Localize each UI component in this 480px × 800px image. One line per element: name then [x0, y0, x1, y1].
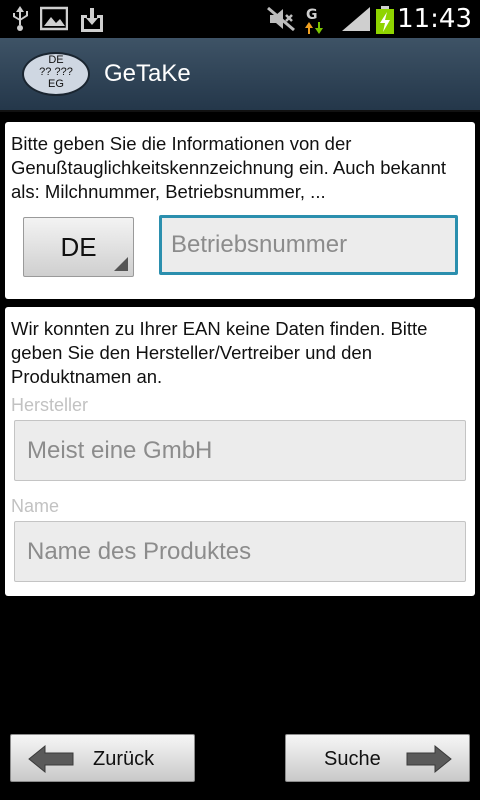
usb-icon	[13, 6, 28, 31]
app-logo[interactable]: DE ?? ??? EG	[22, 52, 90, 96]
action-bar: DE ?? ??? EG GeTaKe	[0, 38, 480, 112]
operation-number-input[interactable]: Betriebsnummer	[159, 215, 458, 275]
dropdown-corner-icon	[114, 257, 128, 271]
manufacturer-placeholder: Meist eine GmbH	[27, 436, 213, 464]
status-bar: G 11:43	[0, 0, 480, 38]
name-label: Name	[11, 496, 60, 516]
manufacturer-input[interactable]: Meist eine GmbH	[14, 420, 466, 481]
identification-card: Bitte geben Sie die Informationen von de…	[5, 122, 475, 299]
download-icon	[81, 8, 103, 32]
logo-line-top: DE	[48, 54, 64, 66]
manufacturer-label: Hersteller	[11, 395, 89, 415]
country-select-value: DE	[60, 231, 97, 262]
operation-number-placeholder: Betriebsnummer	[171, 231, 348, 258]
logo-line-middle: ?? ???	[39, 66, 73, 78]
app-title: GeTaKe	[104, 60, 191, 87]
country-select-button[interactable]: DE	[23, 217, 134, 277]
search-button-label: Suche	[324, 748, 381, 770]
back-button[interactable]: Zurück	[10, 734, 195, 782]
product-name-placeholder: Name des Produktes	[27, 537, 252, 565]
no-data-message: Wir konnten zu Ihrer EAN keine Daten fin…	[11, 318, 428, 387]
arrow-left-icon	[28, 744, 74, 774]
battery-charging-icon	[376, 6, 394, 34]
svg-text:G: G	[306, 7, 318, 23]
image-icon	[40, 6, 68, 31]
identification-instructions: Bitte geben Sie die Informationen von de…	[11, 133, 447, 202]
clock: 11:43	[397, 4, 472, 34]
logo-line-bottom: EG	[48, 78, 64, 90]
data-g-icon: G	[305, 7, 323, 34]
arrow-right-icon	[406, 744, 452, 774]
signal-icon	[342, 7, 370, 31]
back-button-label: Zurück	[93, 748, 155, 770]
manual-entry-card: Wir konnten zu Ihrer EAN keine Daten fin…	[5, 307, 475, 596]
mute-icon	[267, 6, 295, 32]
product-name-input[interactable]: Name des Produktes	[14, 521, 466, 582]
search-button[interactable]: Suche	[285, 734, 470, 782]
